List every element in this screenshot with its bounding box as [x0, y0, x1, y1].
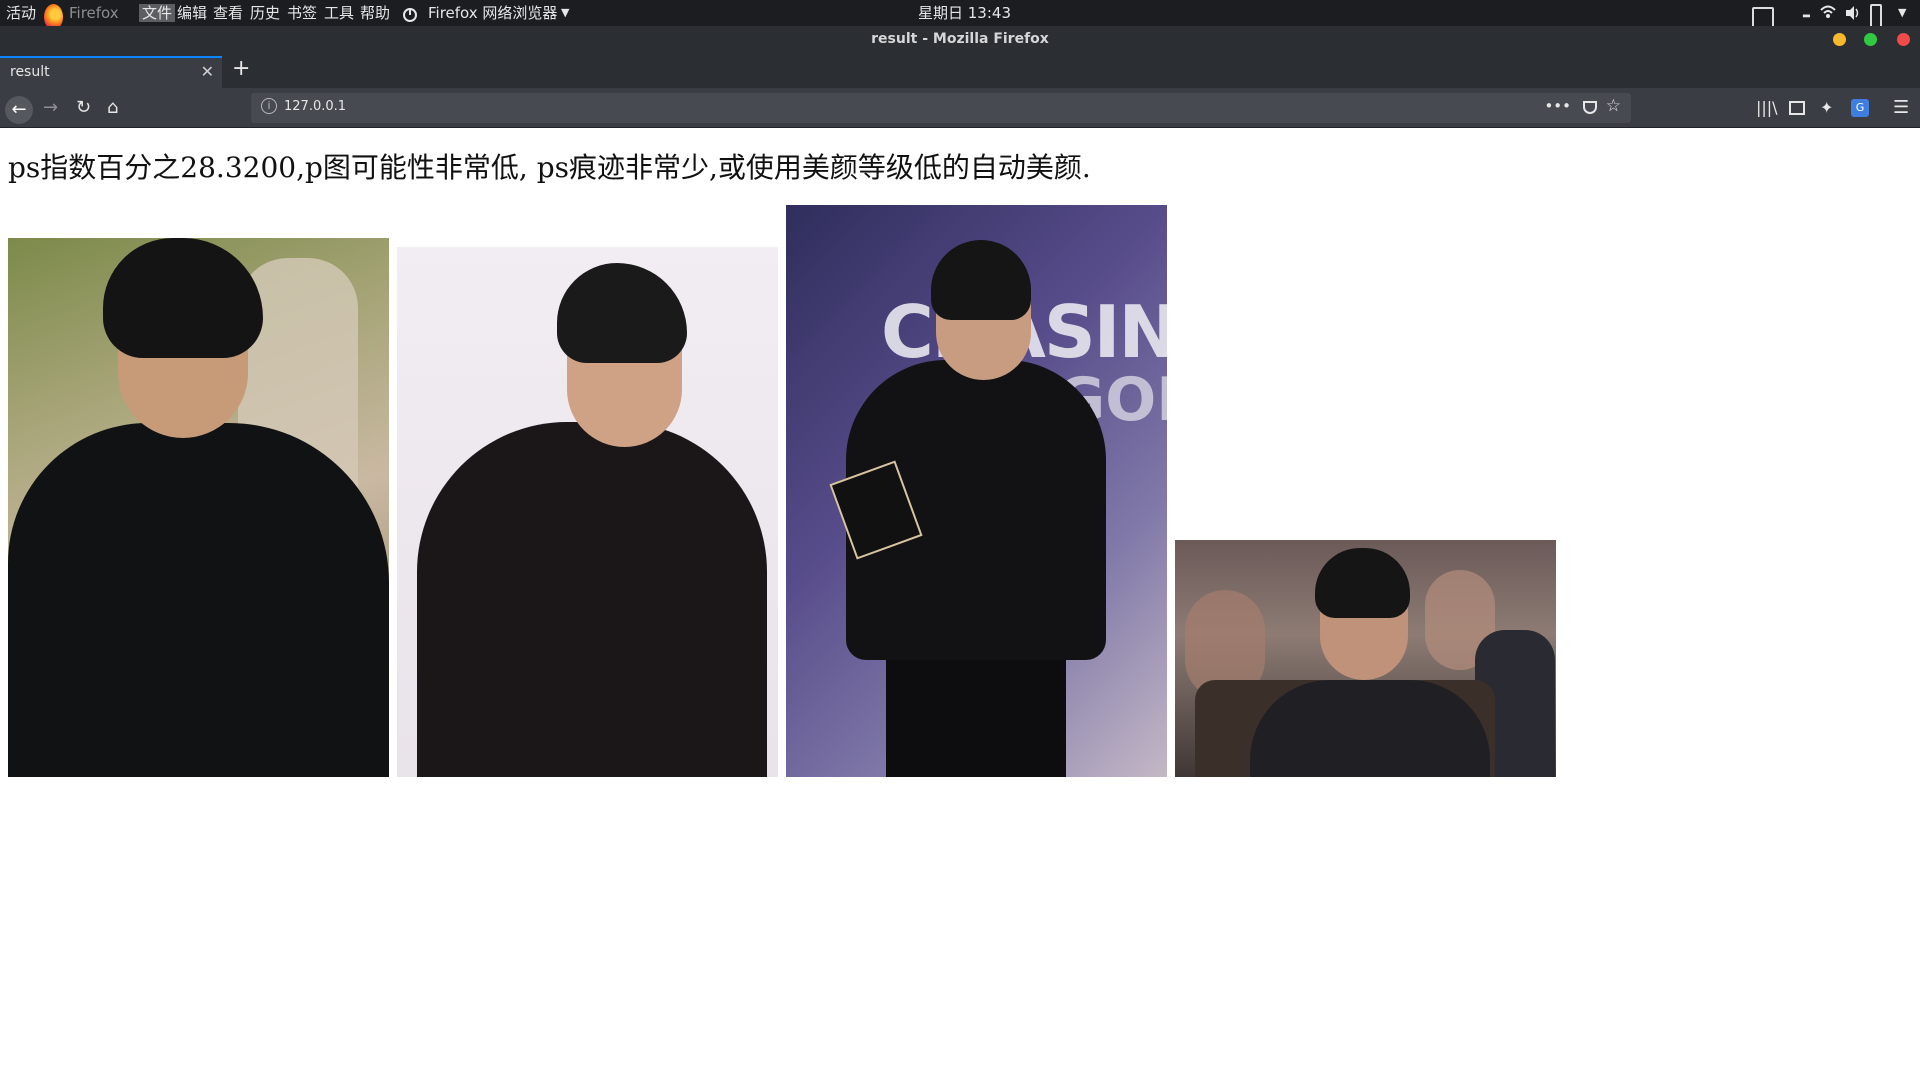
sidebar-icon[interactable]	[1789, 101, 1805, 115]
home-button[interactable]: ⌂	[107, 88, 118, 128]
menu-tools[interactable]: 工具	[324, 0, 354, 26]
tab-strip: result ✕ +	[0, 52, 1920, 88]
photo-4	[1175, 540, 1556, 777]
menu-help[interactable]: 帮助	[360, 0, 390, 26]
photo-1	[8, 238, 389, 777]
minimize-button[interactable]	[1833, 33, 1846, 46]
clock[interactable]: 星期日 13:43	[918, 0, 1011, 26]
gnome-top-bar: 活动 Firefox 文件 编辑 查看 历史 书签 工具 帮助 Firefox …	[0, 0, 1920, 33]
extension-icon[interactable]: ✦	[1820, 88, 1833, 128]
info-icon[interactable]: i	[261, 98, 277, 114]
firefox-app-label: Firefox	[69, 4, 119, 22]
chevron-down-icon[interactable]: ▼	[561, 0, 569, 26]
window-title: result - Mozilla Firefox	[871, 31, 1049, 47]
system-menu-chevron-icon[interactable]: ▼	[1898, 0, 1906, 26]
url-text[interactable]: 127.0.0.1	[284, 99, 346, 114]
volume-icon[interactable]	[1844, 0, 1862, 26]
navigation-toolbar: ← → ↻ ⌂ i 127.0.0.1 ••• ☆ |||\ ✦ G ☰	[0, 88, 1920, 128]
photo-3: CHASING GON	[786, 205, 1167, 777]
pocket-icon[interactable]	[1583, 101, 1597, 114]
reload-button[interactable]: ↻	[76, 88, 91, 128]
photo-2	[397, 247, 778, 777]
hamburger-menu-icon[interactable]: ☰	[1893, 88, 1909, 128]
tab-result[interactable]: result ✕	[0, 56, 222, 88]
menu-view[interactable]: 查看	[213, 0, 243, 26]
forward-button[interactable]: →	[43, 88, 58, 128]
app-menu-label[interactable]: Firefox 网络浏览器	[428, 0, 557, 26]
signal-icon[interactable]: ▂	[1803, 0, 1810, 26]
library-icon[interactable]: |||\	[1756, 88, 1778, 128]
translate-icon[interactable]: G	[1851, 99, 1869, 117]
menu-edit[interactable]: 编辑	[177, 0, 207, 26]
menu-bookmarks[interactable]: 书签	[287, 0, 317, 26]
close-tab-icon[interactable]: ✕	[201, 62, 214, 81]
back-button[interactable]: ←	[5, 96, 33, 124]
bookmark-star-icon[interactable]: ☆	[1606, 96, 1621, 116]
page-actions-icon[interactable]: •••	[1544, 97, 1571, 115]
wifi-icon[interactable]	[1820, 0, 1836, 26]
activities-button[interactable]: 活动	[6, 0, 36, 26]
close-window-button[interactable]	[1897, 33, 1910, 46]
page-content: ps指数百分之28.3200,p图可能性非常低, ps痕迹非常少,或使用美颜等级…	[0, 128, 1920, 1080]
tab-label: result	[10, 64, 50, 80]
window-title-bar: result - Mozilla Firefox	[0, 26, 1920, 52]
maximize-button[interactable]	[1864, 33, 1877, 46]
new-tab-button[interactable]: +	[232, 56, 250, 81]
url-bar[interactable]: i 127.0.0.1 ••• ☆	[251, 93, 1631, 123]
result-headline: ps指数百分之28.3200,p图可能性非常低, ps痕迹非常少,或使用美颜等级…	[8, 151, 1091, 184]
menu-file[interactable]: 文件	[139, 0, 176, 26]
menu-history[interactable]: 历史	[250, 0, 280, 26]
